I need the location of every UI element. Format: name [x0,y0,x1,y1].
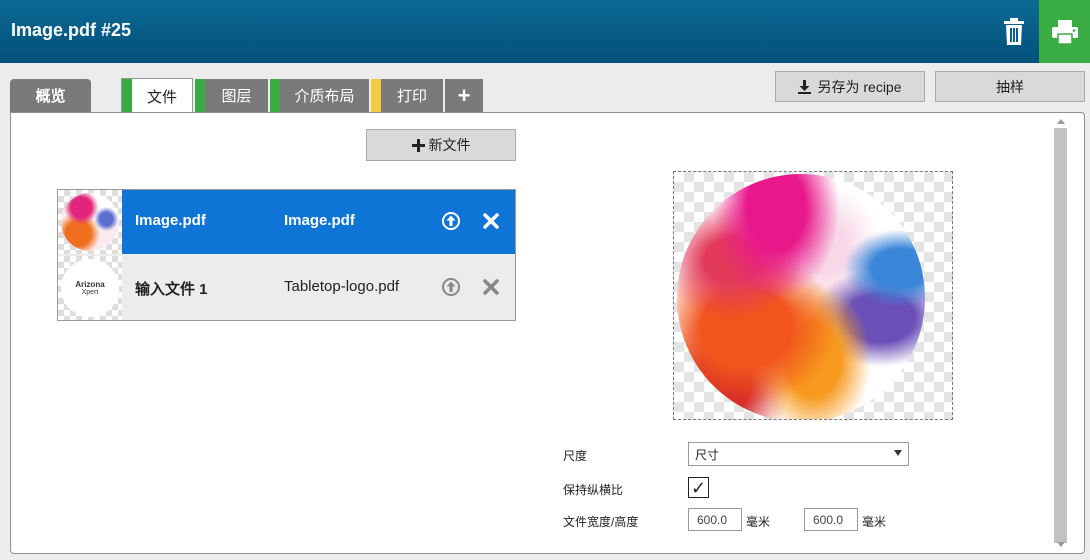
vertical-scrollbar[interactable] [1051,113,1071,553]
logo-text: Xpert [81,289,99,296]
printer-icon [1051,19,1078,44]
job-title: Image.pdf #25 [11,20,132,40]
remove-file-button[interactable] [479,209,503,233]
tab-status-marker [371,79,381,112]
scroll-up-arrow-icon[interactable] [1057,119,1065,124]
save-as-recipe-label: 另存为 recipe [817,78,902,95]
arrow-up-circle-icon [442,212,460,230]
tab-file[interactable]: 文件 [121,78,193,113]
tab-status-marker [122,79,132,113]
file-size-label: 文件宽度/高度 [563,515,639,529]
file-row[interactable]: Image.pdf Image.pdf [58,190,515,254]
checkmark-icon: ✓ [690,477,707,498]
chevron-down-icon [894,450,902,456]
file-thumbnail: Arizona Xpert [58,256,122,320]
save-as-recipe-button[interactable]: 另存为 recipe [775,71,925,102]
title-bar: Image.pdf #25 [0,0,1090,63]
download-icon [798,79,812,94]
ink-image-thumbnail [61,193,119,251]
height-unit: 毫米 [862,515,887,529]
file-name: Image.pdf [135,212,206,229]
print-button[interactable] [1039,0,1090,63]
tab-status-marker [195,79,205,112]
preview-image [677,174,925,419]
keep-aspect-checkbox[interactable]: ✓ [688,477,709,498]
plus-icon: + [457,82,471,108]
file-row[interactable]: Arizona Xpert 输入文件 1 Tabletop-logo.pdf [58,256,515,320]
arrow-up-circle-icon [442,278,460,296]
tab-label: 图层 [221,88,252,105]
new-file-label: 新文件 [428,137,471,153]
tab-media-layout[interactable]: 介质布局 [270,79,369,112]
file-name: 输入文件 1 [135,281,208,298]
tab-print[interactable]: 打印 [371,79,443,112]
logo-text: Arizona [75,280,105,289]
remove-file-button[interactable] [479,275,503,299]
add-tab-button[interactable]: + [445,79,483,112]
width-input[interactable] [688,508,742,531]
tab-label: 概览 [35,88,66,105]
tab-status-marker [270,79,280,112]
move-up-button[interactable] [439,209,463,233]
tab-label: 打印 [396,88,427,105]
keep-aspect-label: 保持纵横比 [563,483,624,497]
file-source: Image.pdf [284,212,355,229]
tab-layers[interactable]: 图层 [195,79,268,112]
trash-icon [1004,17,1024,45]
tab-overview[interactable]: 概览 [10,79,91,112]
tab-label: 文件 [146,88,177,106]
file-list: Image.pdf Image.pdf Arizona Xpert 输入文件 1… [57,189,516,321]
move-up-button[interactable] [439,275,463,299]
width-unit: 毫米 [746,515,771,529]
scroll-down-arrow-icon[interactable] [1057,542,1065,547]
file-source: Tabletop-logo.pdf [284,278,400,295]
logo-thumbnail: Arizona Xpert [61,259,119,317]
height-input[interactable] [804,508,858,531]
plus-icon [411,138,425,152]
scale-select[interactable]: 尺寸 [688,442,909,466]
close-icon [483,279,499,295]
tab-label: 介质布局 [294,88,355,105]
delete-button[interactable] [990,0,1038,63]
close-icon [483,213,499,229]
file-preview [673,171,953,420]
sample-label: 抽样 [996,78,1024,95]
new-file-button[interactable]: 新文件 [366,129,516,161]
scrollbar-thumb[interactable] [1054,128,1067,543]
scale-label: 尺度 [563,449,588,463]
scale-value: 尺寸 [695,447,720,462]
file-thumbnail [58,190,122,254]
sample-button[interactable]: 抽样 [935,71,1085,102]
